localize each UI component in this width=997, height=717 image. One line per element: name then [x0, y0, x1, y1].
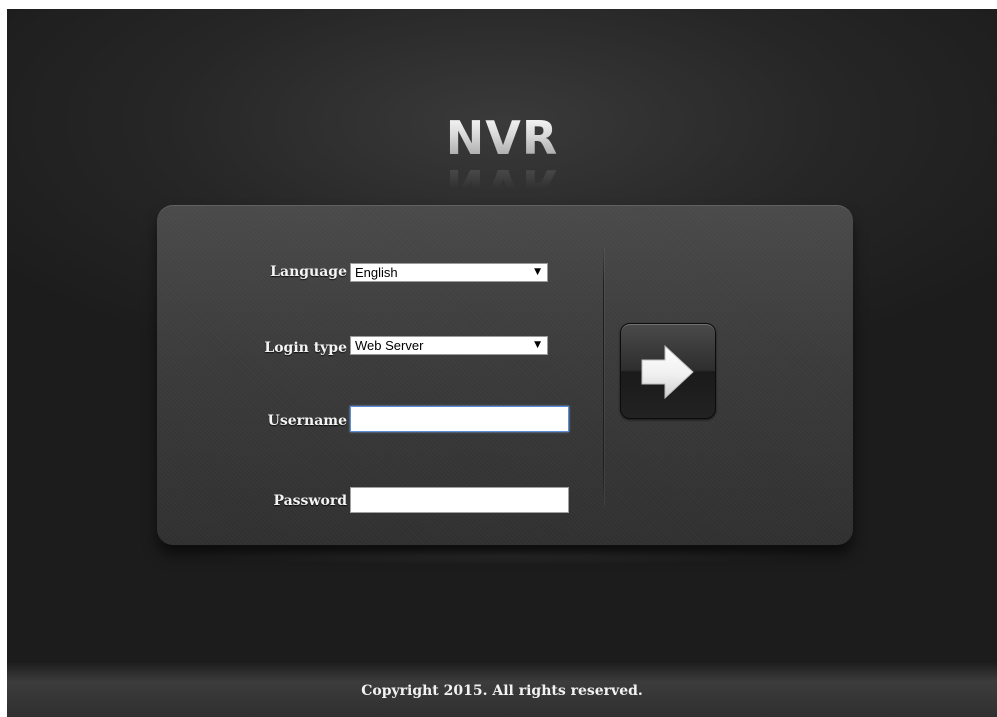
- login-type-select-value: Web Server: [355, 338, 424, 353]
- login-type-select[interactable]: Web Server ▼: [350, 336, 548, 355]
- language-select-value: English: [355, 265, 398, 280]
- login-type-label: Login type: [264, 340, 347, 356]
- brand-title: NVR: [445, 111, 559, 165]
- username-label: Username: [267, 413, 347, 429]
- password-label: Password: [273, 493, 347, 509]
- language-label: Language: [270, 264, 347, 280]
- language-select[interactable]: English ▼: [350, 263, 548, 282]
- dropdown-arrow-icon: ▼: [534, 267, 541, 277]
- arrow-right-icon: [641, 344, 694, 400]
- panel-divider: [603, 247, 604, 505]
- login-panel: Language English ▼ Login type Web Server…: [157, 205, 853, 545]
- password-input[interactable]: [350, 487, 569, 513]
- login-submit-button[interactable]: [620, 323, 716, 419]
- dropdown-arrow-icon: ▼: [534, 340, 541, 350]
- copyright-text: Copyright 2015. All rights reserved.: [361, 683, 643, 699]
- brand-header: NVR NVR: [7, 111, 997, 213]
- footer: Copyright 2015. All rights reserved.: [7, 663, 997, 717]
- login-page: NVR NVR Language English ▼ Login type We…: [7, 9, 997, 717]
- panel-floor-glow: [167, 547, 843, 565]
- username-input[interactable]: [350, 406, 569, 432]
